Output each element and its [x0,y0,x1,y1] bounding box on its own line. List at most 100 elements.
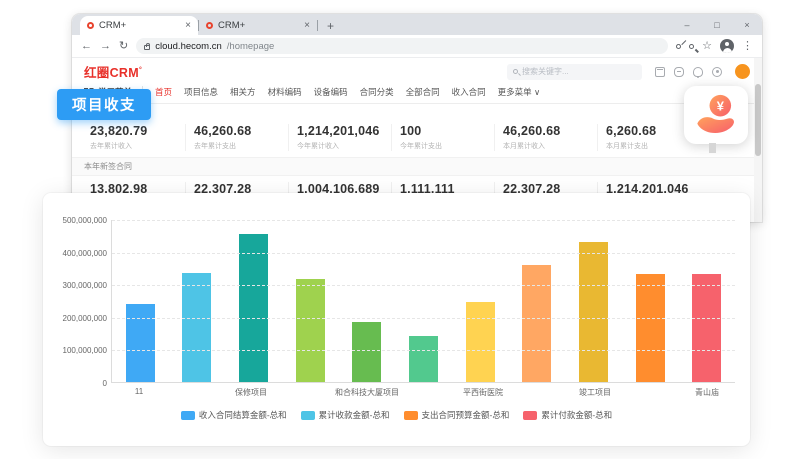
url-domain: cloud.hecom.cn [155,41,222,52]
x-label-10 [623,387,679,398]
nav-item-2[interactable]: 首页 [155,86,172,98]
nav-item-8[interactable]: 全部合同 [406,86,440,98]
tab-crm-1[interactable]: CRM+ × [80,16,198,35]
legend-swatch [301,411,315,420]
nav-item-5[interactable]: 材料编码 [268,86,302,98]
nav-item-9[interactable]: 收入合同 [452,86,486,98]
bar-slot [169,220,226,382]
legend-swatch [523,411,537,420]
x-label-9: 竣工项目 [567,387,623,398]
x-label-4 [279,387,335,398]
new-tab-button[interactable]: + [327,20,334,32]
chart-legend: 收入合同结算金额-总和 累计收款金额-总和 支出合同预算金额-总和 累计付款金额-总和 [43,409,750,421]
search-placeholder: 搜索关键字... [522,66,569,77]
stat-label: 本月累计收入 [503,141,597,151]
legend-label: 收入合同结算金额-总和 [199,409,287,421]
y-tick-label: 100,000,000 [45,346,107,355]
project-income-expense-badge[interactable]: 项目收支 [57,89,151,120]
stats-row-1: 23,820.79去年累计收入46,260.68去年累计支出1,214,201,… [72,104,762,157]
tab-title: CRM+ [218,20,299,31]
key-icon[interactable] [675,42,682,49]
bars-container [112,220,735,382]
x-label-3: 保修项目 [223,387,279,398]
browser-profile-avatar[interactable] [720,39,734,53]
x-label-11: 青山庙 [679,387,735,398]
bar-slot [112,220,169,382]
yuan-hand-icon: ¥ [693,92,739,138]
forward-icon[interactable]: → [100,41,111,52]
bar-slot [282,220,339,382]
browser-menu-icon[interactable]: ⋮ [742,41,753,52]
page-scrollbar[interactable] [754,58,762,222]
tab-close-icon[interactable]: × [185,21,191,31]
maximize-button[interactable]: □ [702,14,732,35]
x-axis-labels: 11保修项目和合科技大厦项目平西街医院竣工项目青山庙 [111,387,735,398]
tab-close-icon[interactable]: × [304,21,310,31]
back-icon[interactable]: ← [81,41,92,52]
bar-slot [622,220,679,382]
stat-label: 今年累计收入 [297,141,391,151]
tab-crm-2[interactable]: CRM+ × [199,16,317,35]
reload-icon[interactable]: ↻ [119,41,128,52]
crm-header: 红圈CRM° 搜索关键字... [72,58,762,83]
y-tick-label: 500,000,000 [45,216,107,225]
close-button[interactable]: × [732,14,762,35]
bar-1[interactable] [126,304,155,382]
crm-logo: 红圈CRM° [84,62,142,81]
bar-7[interactable] [466,302,495,382]
window-controls: – □ × [672,14,762,35]
legend-item-3[interactable]: 支出合同预算金额-总和 [404,409,510,421]
bar-slot [452,220,509,382]
bar-5[interactable] [352,322,381,382]
stat-value: 46,260.68 [503,124,597,138]
tab-title: CRM+ [99,20,180,31]
legend-swatch [181,411,195,420]
minimize-button[interactable]: – [672,14,702,35]
calendar-icon[interactable] [655,67,665,77]
settings-icon[interactable] [712,67,722,77]
nav-item-3[interactable]: 项目信息 [184,86,218,98]
x-label-6 [399,387,455,398]
bar-2[interactable] [182,273,211,382]
y-tick-label: 200,000,000 [45,314,107,323]
money-icon-card[interactable]: ¥ [684,86,748,144]
bell-icon[interactable] [693,67,703,77]
bar-11[interactable] [692,274,721,382]
nav-item-6[interactable]: 设备编码 [314,86,348,98]
gridline [112,318,735,319]
stat-value: 100 [400,124,494,138]
stat-item: 100今年累计支出 [391,124,494,151]
browser-window: CRM+ × CRM+ × + – □ × ← → ↻ cloud.h [72,14,762,222]
x-label-7: 平西街医院 [455,387,511,398]
legend-item-2[interactable]: 累计收款金额-总和 [301,409,390,421]
bar-3[interactable] [239,234,268,382]
bar-slot [565,220,622,382]
bar-8[interactable] [522,265,551,382]
chart-panel: 11保修项目和合科技大厦项目平西街医院竣工项目青山庙 收入合同结算金额-总和累计… [43,193,750,446]
browser-toolbar: ← → ↻ cloud.hecom.cn/homepage ☆ ⋮ [72,35,762,58]
search-input[interactable]: 搜索关键字... [507,64,642,80]
bar-9[interactable] [579,242,608,382]
scrollbar-thumb[interactable] [755,84,761,156]
bar-slot [395,220,452,382]
y-tick-label: 400,000,000 [45,249,107,258]
zoom-icon[interactable] [689,44,694,49]
nav-item-4[interactable]: 相关方 [230,86,256,98]
message-icon[interactable] [674,67,684,77]
crm-header-icons [655,67,722,77]
bar-10[interactable] [636,274,665,382]
legend-item-1[interactable]: 收入合同结算金额-总和 [181,409,287,421]
stat-item: 46,260.68去年累计支出 [185,124,288,151]
nav-item-10[interactable]: 更多菜单 ∨ [498,86,541,98]
nav-item-7[interactable]: 合同分类 [360,86,394,98]
bookmark-star-icon[interactable]: ☆ [702,41,712,52]
bar-4[interactable] [296,279,325,382]
crm-favicon-icon [87,22,94,29]
legend-item-4[interactable]: 累计付款金额-总和 [523,409,612,421]
address-bar[interactable]: cloud.hecom.cn/homepage [136,38,668,54]
user-avatar[interactable] [735,64,750,79]
crm-nav: 常用菜单首页项目信息相关方材料编码设备编码合同分类全部合同收入合同更多菜单 ∨ [72,83,762,104]
section-title: 本年新签合同 [72,157,762,176]
bar-6[interactable] [409,336,438,382]
stat-value: 1,214,201,046 [297,124,391,138]
